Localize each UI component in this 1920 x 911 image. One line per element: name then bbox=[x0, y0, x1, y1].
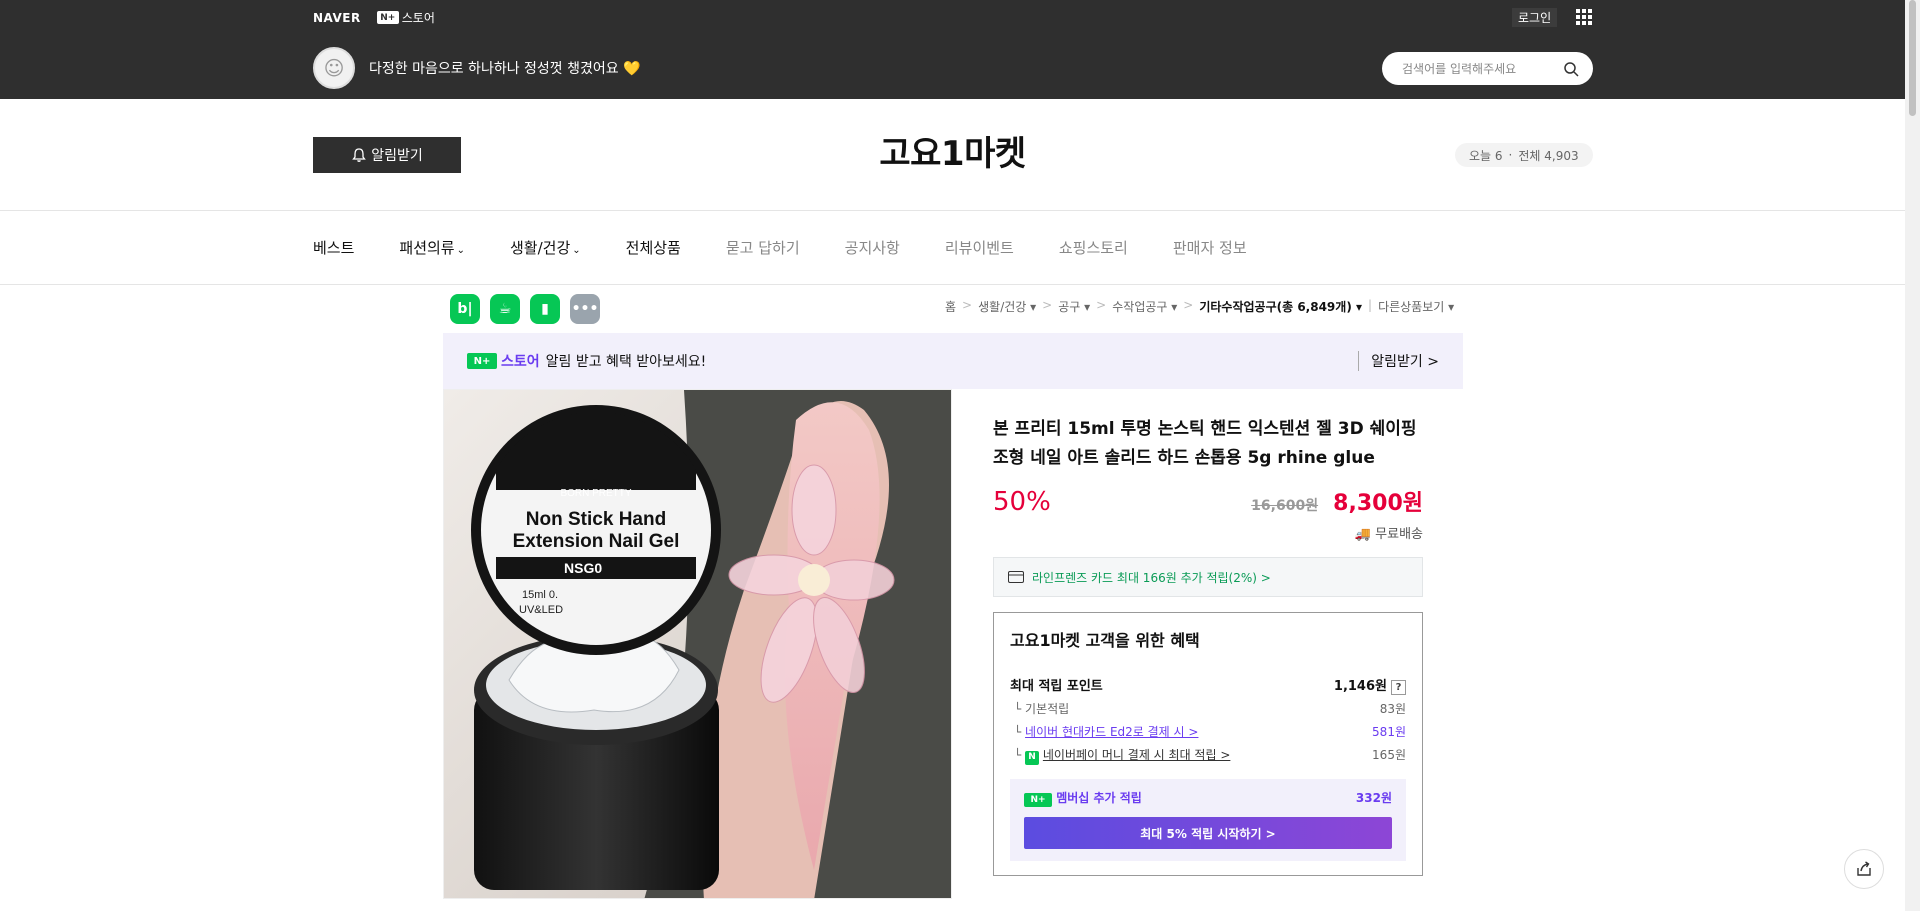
more-icon[interactable]: ••• bbox=[570, 294, 600, 324]
original-price: 16,600원 bbox=[1251, 498, 1319, 514]
discount-rate: 50% bbox=[993, 487, 1051, 517]
visit-counter: 오늘 6 · 전체 4,903 bbox=[1455, 143, 1593, 167]
svg-text:UV&LED: UV&LED bbox=[519, 604, 563, 616]
breadcrumb-other-products[interactable]: 다른상품보기 ▾ bbox=[1378, 298, 1454, 315]
banner-text: 알림 받고 혜택 받아보세요! bbox=[545, 354, 707, 370]
membership-box: N+ 멤버십 추가 적립 332원 최대 5% 적립 시작하기 > bbox=[1010, 779, 1406, 861]
visits-today: 오늘 6 bbox=[1469, 148, 1503, 163]
sale-price: 8,300원 bbox=[1333, 491, 1423, 516]
nplus-store-badge: N+ 스토어 bbox=[467, 351, 540, 371]
svg-text:BORN PRETTY: BORN PRETTY bbox=[560, 488, 631, 499]
membership-start-button[interactable]: 최대 5% 적립 시작하기 > bbox=[1024, 817, 1392, 849]
product-title: 본 프리티 15ml 투명 논스틱 핸드 익스텐션 젤 3D 쉐이핑 조형 네일… bbox=[993, 419, 1417, 468]
nav-living-health[interactable]: 생활/건강 ⌄ bbox=[510, 237, 581, 258]
chevron-down-icon: ⌄ bbox=[572, 245, 581, 256]
blog-share-icon[interactable]: b| bbox=[450, 294, 480, 324]
breadcrumb-home[interactable]: 홈 bbox=[945, 298, 956, 315]
npay-money-link[interactable]: 네이버페이 머니 결제 시 최대 적립 > bbox=[1043, 748, 1231, 762]
store-title[interactable]: 고요1마켓 bbox=[0, 126, 1905, 175]
nplus-store-label: 스토어 bbox=[401, 11, 435, 25]
nav-qna[interactable]: 묻고 답하기 bbox=[726, 237, 800, 258]
svg-text:Non Stick Hand: Non Stick Hand bbox=[526, 509, 666, 530]
store-tagline: 다정한 마음으로 하나하나 정성껏 챙겼어요 💛 bbox=[369, 61, 641, 77]
store-avatar[interactable]: ☺ bbox=[313, 47, 355, 89]
brand-links: NAVER N+ 스토어 bbox=[313, 9, 435, 26]
search-icon[interactable] bbox=[1563, 61, 1579, 77]
breadcrumb: 홈 > 생활/건강 ▾ > 공구 ▾ > 수작업공구 ▾ > 기타수작업공구(총… bbox=[945, 298, 1455, 315]
naver-logo[interactable]: NAVER bbox=[313, 11, 361, 25]
cafe-share-icon[interactable]: ☕ bbox=[490, 294, 520, 324]
login-button[interactable]: 로그인 bbox=[1512, 8, 1558, 27]
help-icon[interactable]: ? bbox=[1391, 680, 1406, 695]
nplus-icon: N+ bbox=[467, 353, 497, 369]
npay-icon: N bbox=[1025, 750, 1040, 765]
product-photo: BORN PRETTY Non Stick Hand Extension Nai… bbox=[444, 390, 951, 898]
breadcrumb-cat4[interactable]: 기타수작업공구(총 6,849개) ▾ bbox=[1199, 298, 1362, 315]
benefit-title: 고요1마켓 고객을 위한 혜택 bbox=[1010, 631, 1200, 650]
svg-text:Extension Nail Gel: Extension Nail Gel bbox=[513, 531, 680, 552]
hyundai-card-link[interactable]: 네이버 현대카드 Ed2로 결제 시 > bbox=[1025, 725, 1198, 739]
svg-text:15ml 0.: 15ml 0. bbox=[522, 589, 558, 601]
chevron-down-icon: ⌄ bbox=[456, 245, 465, 256]
product-image[interactable]: BORN PRETTY Non Stick Hand Extension Nai… bbox=[443, 389, 952, 899]
shipping-info: 🚚 무료배송 bbox=[1354, 527, 1423, 542]
banner-alarm-link[interactable]: 알림받기 > bbox=[1358, 351, 1439, 371]
header-divider bbox=[0, 210, 1905, 211]
share-icons: b| ☕ ▮ ••• bbox=[450, 294, 600, 324]
credit-card-icon bbox=[1008, 571, 1024, 583]
search-box bbox=[1382, 52, 1593, 85]
price-row: 50% 16,600원 8,300원 bbox=[993, 485, 1423, 517]
nav-fashion[interactable]: 패션의류 ⌄ bbox=[399, 237, 465, 258]
max-points-row: 최대 적립 포인트 1,146원? bbox=[1010, 675, 1406, 698]
notification-banner: N+ 스토어 알림 받고 혜택 받아보세요! 알림받기 > bbox=[443, 333, 1463, 389]
membership-label: 멤버십 추가 적립 bbox=[1056, 791, 1142, 805]
top-bar: NAVER N+ 스토어 로그인 ☺ 다정한 마음으로 하나하나 정성껏 챙겼어… bbox=[0, 0, 1905, 99]
nav-divider bbox=[0, 284, 1905, 285]
truck-icon: 🚚 bbox=[1354, 527, 1372, 542]
product-info: 본 프리티 15ml 투명 논스틱 핸드 익스텐션 젤 3D 쉐이핑 조형 네일… bbox=[993, 415, 1423, 876]
nav-seller-info[interactable]: 판매자 정보 bbox=[1173, 237, 1247, 258]
nav-review-event[interactable]: 리뷰이벤트 bbox=[945, 237, 1014, 258]
nplus-store-link[interactable]: N+ 스토어 bbox=[376, 9, 435, 26]
floating-share-button[interactable] bbox=[1844, 849, 1884, 889]
membership-value: 332원 bbox=[1355, 791, 1392, 805]
card-promo-link[interactable]: 라인프렌즈 카드 최대 166원 추가 적립(2%) > bbox=[993, 557, 1423, 597]
nav-best[interactable]: 베스트 bbox=[313, 237, 354, 258]
apps-grid-icon[interactable] bbox=[1576, 9, 1592, 25]
bookmark-share-icon[interactable]: ▮ bbox=[530, 294, 560, 324]
basic-points-row: └ 기본적립 83원 bbox=[1014, 702, 1406, 716]
nav-all-products[interactable]: 전체상품 bbox=[626, 237, 681, 258]
nav-notice[interactable]: 공지사항 bbox=[845, 237, 900, 258]
heart-emoji: 💛 bbox=[623, 61, 641, 77]
hyundai-card-row: └ 네이버 현대카드 Ed2로 결제 시 > 581원 bbox=[1014, 725, 1406, 739]
nplus-icon: N+ bbox=[1024, 793, 1052, 807]
breadcrumb-cat1[interactable]: 생활/건강 ▾ bbox=[978, 298, 1036, 315]
npay-money-row: └ N 네이버페이 머니 결제 시 최대 적립 > 165원 bbox=[1010, 744, 1406, 767]
breadcrumb-cat3[interactable]: 수작업공구 ▾ bbox=[1112, 298, 1177, 315]
visits-total: 전체 4,903 bbox=[1518, 148, 1579, 163]
scrollbar-thumb[interactable] bbox=[1909, 0, 1916, 116]
search-input[interactable] bbox=[1402, 61, 1563, 76]
benefit-box: 고요1마켓 고객을 위한 혜택 최대 적립 포인트 1,146원? └ 기본적립… bbox=[993, 612, 1423, 876]
svg-text:NSG0: NSG0 bbox=[564, 560, 602, 576]
store-nav: 베스트 패션의류 ⌄ 생활/건강 ⌄ 전체상품 묻고 답하기 공지사항 리뷰이벤트 … bbox=[313, 237, 1247, 258]
nav-shopping-story[interactable]: 쇼핑스토리 bbox=[1059, 237, 1128, 258]
page-scrollbar[interactable] bbox=[1905, 0, 1920, 911]
breadcrumb-cat2[interactable]: 공구 ▾ bbox=[1058, 298, 1090, 315]
nplus-icon: N+ bbox=[376, 11, 399, 24]
share-icon bbox=[1857, 861, 1871, 876]
